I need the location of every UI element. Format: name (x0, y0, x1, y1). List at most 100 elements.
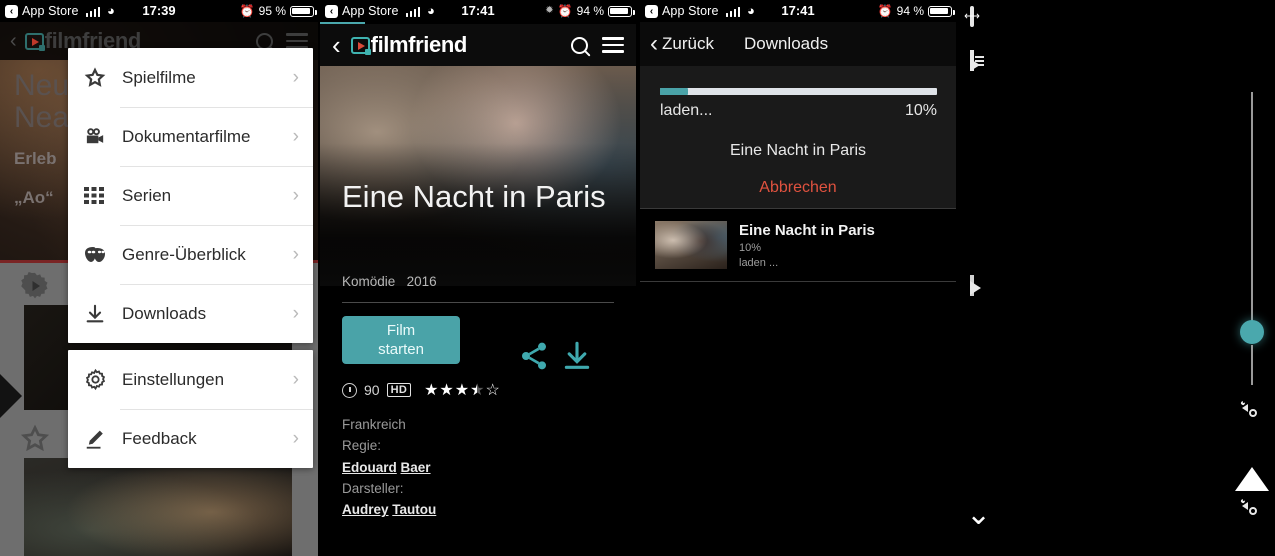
phone-panel-downloads: ‹ App Store ◕ 17:41 ⏰ 94 % ‹ Zurück Down… (640, 0, 956, 556)
menu-item-einstellungen[interactable]: Einstellungen › (68, 350, 313, 409)
movie-info-row: 90 HD ★ ★ ★ ★ ★ ☆ (342, 380, 500, 400)
document-callout-icon[interactable] (970, 50, 984, 71)
hero-sub-2: „Ao“ (14, 187, 54, 207)
menu-label: Spielfilme (122, 67, 196, 87)
download-movie-title: Eine Nacht in Paris (729, 142, 867, 159)
search-icon[interactable] (571, 36, 588, 54)
download-progress-fill (660, 88, 688, 95)
download-icon[interactable] (560, 338, 594, 379)
start-film-label-1: Film (386, 321, 416, 339)
star-icon (84, 66, 114, 89)
star-icon (20, 424, 50, 452)
menu-label: Downloads (122, 303, 207, 323)
menu-item-dokumentarfilme[interactable]: Dokumentarfilme › (68, 107, 313, 166)
up-triangle-icon[interactable] (1235, 450, 1269, 491)
masks-icon (84, 245, 114, 265)
menu-item-serien[interactable]: Serien › (68, 166, 313, 225)
wifi-icon: ◕ (427, 3, 435, 18)
frame-play-icon[interactable] (970, 275, 974, 296)
quality-badge: HD (386, 383, 412, 397)
list-item-percent: 10% (739, 241, 762, 254)
menu-label: Genre-Überblick (122, 244, 246, 264)
download-status-text: laden... (660, 102, 713, 119)
star-filled: ★ (439, 382, 454, 399)
signal-bars-icon (405, 6, 420, 17)
hero-sub-1: Erleb (14, 149, 57, 168)
divider (342, 302, 614, 303)
star-empty: ☆ (485, 382, 500, 399)
status-back-app[interactable]: App Store (22, 0, 79, 22)
back-button[interactable]: ‹ Zurück (640, 32, 714, 56)
hero-headline-2: Nea (14, 100, 70, 134)
status-back-app[interactable]: App Store (342, 0, 399, 22)
phone-panel-detail: ‹ App Store ◕ 17:41 ✹ ⏰ 94 % ‹ filmfrien… (320, 0, 636, 556)
media-tile-popular[interactable] (24, 458, 292, 556)
battery-icon (608, 5, 635, 17)
left-control-rail: ⟷ (956, 0, 1020, 556)
status-back-icon[interactable]: ‹ (5, 4, 18, 18)
download-list-item[interactable]: Eine Nacht in Paris 10% laden ... (640, 209, 956, 281)
slider-track-lower[interactable] (1251, 345, 1253, 385)
filmfriend-logo: filmfriend (350, 32, 468, 58)
list-item-title: Eine Nacht in Paris (739, 221, 875, 239)
chevron-right-icon: › (292, 302, 299, 324)
chevron-down-icon[interactable]: ⌄ (966, 500, 991, 530)
battery-icon (928, 5, 955, 17)
clock-icon (342, 382, 357, 398)
logo-text: filmfriend (370, 32, 468, 57)
movie-country: Frankreich (342, 417, 406, 432)
slider-track-upper[interactable] (1251, 92, 1253, 337)
cast-link-2[interactable]: Tautou (392, 499, 436, 520)
rating-stars[interactable]: ★ ★ ★ ★ ★ ☆ (424, 380, 500, 400)
menu-label: Dokumentarfilme (122, 126, 251, 146)
menu-item-feedback[interactable]: Feedback › (68, 409, 313, 468)
movie-still-image (320, 66, 636, 286)
status-back-icon[interactable]: ‹ (325, 4, 338, 18)
status-back-app[interactable]: App Store (662, 0, 719, 22)
menu-item-genre-uberblick[interactable]: Genre-Überblick › (68, 225, 313, 284)
gear-icon (84, 368, 114, 391)
search-icon[interactable] (256, 32, 273, 50)
alarm-icon: ⏰ (877, 4, 893, 18)
divider-bottom (640, 281, 956, 282)
back-chevron-icon[interactable]: ‹ (332, 32, 341, 58)
chevron-left-icon: ‹ (650, 30, 658, 57)
download-progress-track (660, 88, 937, 95)
movie-duration: 90 (364, 382, 380, 398)
cancel-download-button[interactable]: Abbrechen (640, 179, 956, 197)
page-title: Downloads (743, 34, 829, 53)
director-link-2[interactable]: Baer (401, 457, 431, 478)
wifi-icon: ◕ (747, 3, 755, 18)
star-filled: ★ (424, 382, 439, 399)
grid-icon (84, 186, 114, 205)
status-back-icon[interactable]: ‹ (645, 4, 658, 18)
gear-play-icon (21, 272, 48, 299)
resize-width-icon[interactable]: ⟷ (964, 6, 980, 27)
phone-panel-menu: Neu Nea Erleb „Ao“ BELIE (0, 0, 318, 556)
signal-bars-icon (725, 6, 740, 17)
wifi-icon: ◕ (107, 3, 115, 18)
share-icon[interactable] (517, 340, 551, 377)
menu-item-downloads[interactable]: Downloads › (68, 284, 313, 343)
cast-label: Darsteller: (342, 480, 404, 496)
battery-percent: 95 % (258, 4, 286, 18)
downloads-navbar: ‹ Zurück Downloads (640, 22, 956, 66)
back-label: Zurück (662, 34, 714, 53)
activity-icon: ✹ (545, 5, 554, 16)
star-half: ★ ★ (470, 382, 485, 399)
hamburger-menu-icon[interactable] (602, 33, 624, 57)
thumbnail (655, 221, 727, 269)
logo-play-icon (24, 32, 45, 51)
director-link-1[interactable]: Edouard (342, 457, 397, 478)
slider-knob[interactable] (1240, 320, 1264, 344)
cast-link-1[interactable]: Audrey (342, 499, 389, 520)
back-chevron-icon[interactable]: ‹ (10, 30, 17, 53)
hero-headline-1: Neu (14, 69, 70, 102)
download-percent-text: 10% (904, 102, 937, 119)
chevron-right-icon: › (292, 368, 299, 390)
menu-item-spielfilme[interactable]: Spielfilme › (68, 48, 313, 107)
start-film-label-2: starten (378, 341, 424, 358)
list-item-status: laden ... (739, 256, 779, 269)
start-film-button[interactable]: Film starten (342, 316, 460, 364)
carousel-left-arrow[interactable] (0, 374, 22, 418)
